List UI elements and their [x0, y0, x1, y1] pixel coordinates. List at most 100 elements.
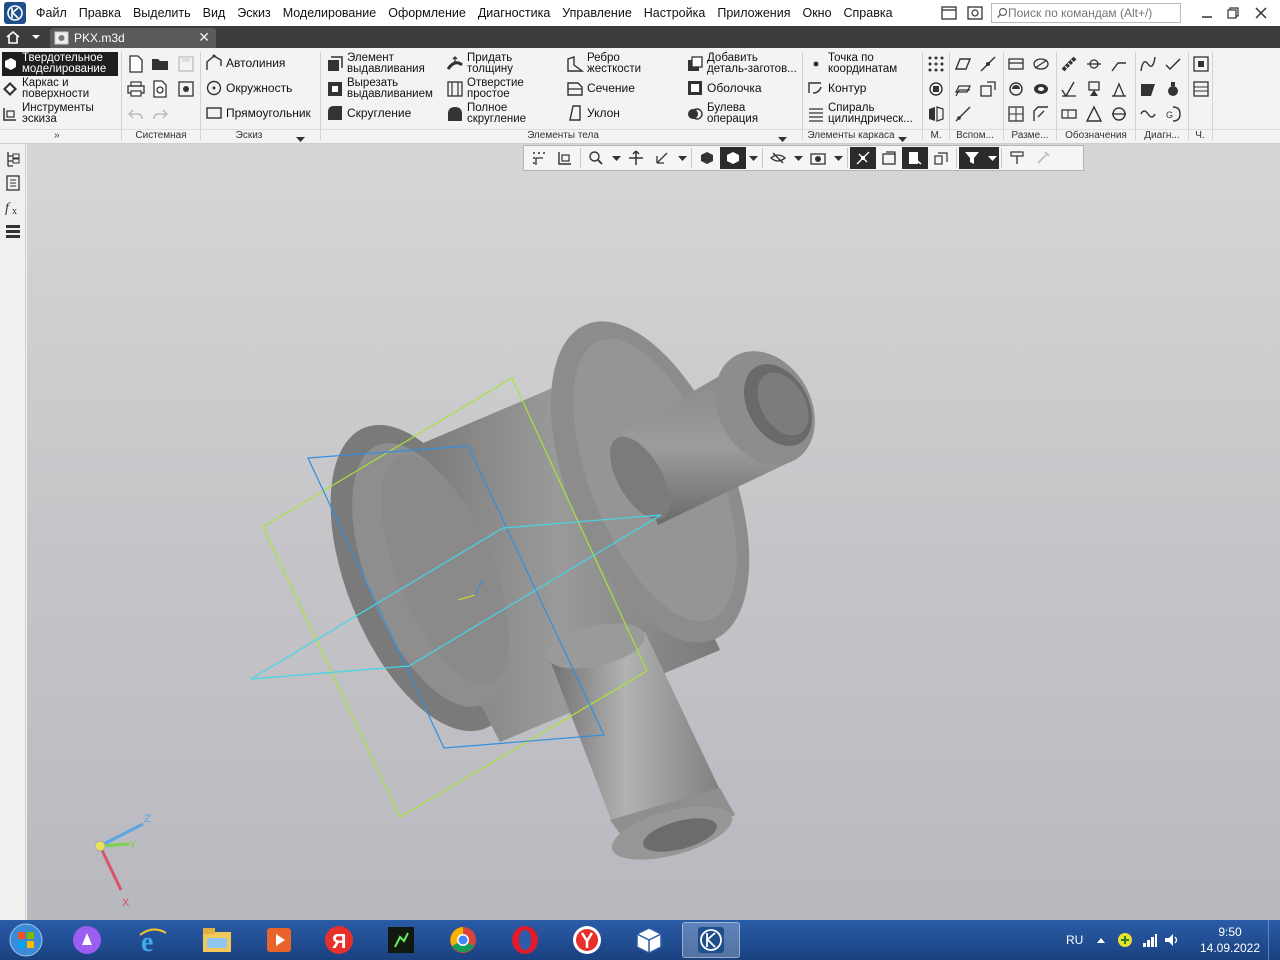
command-search-field[interactable]	[991, 3, 1181, 23]
menu-file[interactable]: Файл	[30, 0, 73, 26]
taskbar-explorer-icon[interactable]	[188, 922, 246, 958]
aux-line-icon[interactable]	[953, 104, 973, 124]
measure-icon[interactable]	[1004, 147, 1030, 169]
close-tab-icon[interactable]: ✕	[198, 29, 210, 46]
preview-icon[interactable]	[150, 79, 170, 99]
aux-axis-icon[interactable]	[978, 54, 998, 74]
taskbar-yandex-icon[interactable]: Я	[310, 922, 368, 958]
hide-show-icon[interactable]	[765, 147, 791, 169]
tray-volume-icon[interactable]	[1164, 920, 1180, 960]
radius-dim-icon[interactable]	[1031, 79, 1051, 99]
mirror-icon[interactable]	[926, 104, 946, 124]
cut-extrude-button[interactable]: Вырезать выдавливанием	[325, 77, 439, 100]
diag-wave-icon[interactable]	[1138, 104, 1158, 124]
aux-plane-icon[interactable]	[953, 54, 973, 74]
home-icon[interactable]	[2, 28, 24, 46]
thicken-button[interactable]: Придать толщину	[445, 52, 539, 75]
chevron-down-icon[interactable]	[609, 147, 623, 169]
close-window-button[interactable]	[1248, 2, 1274, 24]
shaded-mode-icon[interactable]	[720, 147, 746, 169]
menu-select[interactable]: Выделить	[127, 0, 197, 26]
taskbar-cube-app-icon[interactable]	[620, 922, 678, 958]
hole-button[interactable]: Отверстие простое	[445, 77, 539, 100]
menu-help[interactable]: Справка	[838, 0, 899, 26]
section-button[interactable]: Сечение	[565, 78, 635, 98]
aux-local-cs-icon[interactable]	[978, 79, 998, 99]
zoom-icon[interactable]	[583, 147, 609, 169]
chevron-down-icon[interactable]	[831, 147, 845, 169]
variables-fx-icon[interactable]: fx	[3, 196, 23, 218]
fillet-button[interactable]: Скругление	[325, 103, 411, 123]
menu-window[interactable]: Окно	[796, 0, 837, 26]
layers-icon[interactable]	[3, 220, 23, 242]
model-tree-icon[interactable]	[3, 148, 23, 170]
orientation-icon[interactable]	[649, 147, 675, 169]
pan-icon[interactable]	[623, 147, 649, 169]
properties-icon[interactable]	[176, 79, 196, 99]
add-blank-button[interactable]: Добавить деталь-заготов...	[685, 52, 799, 75]
diag-mass-icon[interactable]	[1163, 79, 1183, 99]
circle-button[interactable]: Окружность	[204, 78, 292, 98]
angle-dim-icon[interactable]	[1006, 79, 1026, 99]
language-indicator[interactable]: RU	[1066, 920, 1083, 960]
menu-modeling[interactable]: Моделирование	[277, 0, 383, 26]
axis-line-icon[interactable]	[1084, 54, 1104, 74]
eyedropper-icon[interactable]	[1030, 147, 1056, 169]
start-button[interactable]	[4, 922, 48, 958]
open-folder-icon[interactable]	[150, 54, 170, 74]
expand-modes-icon[interactable]: »	[54, 130, 60, 141]
menu-management[interactable]: Управление	[556, 0, 638, 26]
exploded-view-icon[interactable]	[928, 147, 954, 169]
new-file-icon[interactable]	[126, 54, 146, 74]
screen-settings-icon[interactable]	[962, 2, 988, 24]
autoline-button[interactable]: Автолиния	[204, 53, 285, 73]
taskbar-alice-icon[interactable]	[58, 922, 116, 958]
diameter-dim-icon[interactable]	[1031, 54, 1051, 74]
mark-icon[interactable]	[1109, 79, 1129, 99]
part-body[interactable]	[292, 294, 790, 758]
linear-dim-icon[interactable]	[1006, 54, 1026, 74]
diag-check-icon[interactable]	[1163, 54, 1183, 74]
taskbar-game-icon[interactable]	[372, 922, 430, 958]
shell-button[interactable]: Оболочка	[685, 78, 762, 98]
redo-icon[interactable]	[150, 104, 170, 124]
show-desktop-button[interactable]	[1268, 920, 1280, 960]
model-viewport[interactable]: Z Y X	[27, 144, 1280, 920]
aux-offset-plane-icon[interactable]	[953, 79, 973, 99]
position-icon[interactable]	[1084, 104, 1104, 124]
chevron-down-icon[interactable]	[746, 147, 760, 169]
array-icon[interactable]	[926, 79, 946, 99]
chevron-down-icon[interactable]	[675, 147, 689, 169]
section-view-icon[interactable]	[850, 147, 876, 169]
contour-button[interactable]: Контур	[806, 78, 866, 98]
weld-icon[interactable]	[1109, 104, 1129, 124]
tolerance-icon[interactable]	[1059, 104, 1079, 124]
save-icon[interactable]	[176, 54, 196, 74]
spec-icon[interactable]	[1191, 79, 1211, 99]
print-icon[interactable]	[126, 79, 146, 99]
tray-signal-icon[interactable]	[1142, 920, 1158, 960]
tab-document[interactable]: PKX.m3d ✕	[50, 28, 216, 48]
draft-button[interactable]: Уклон	[565, 103, 620, 123]
clock[interactable]: 9:50 14.09.2022	[1190, 924, 1270, 956]
snap-grid-icon[interactable]	[526, 147, 552, 169]
base-icon[interactable]	[1084, 79, 1104, 99]
rectangle-button[interactable]: Прямоугольник	[204, 103, 311, 123]
diag-measure-icon[interactable]	[1138, 79, 1158, 99]
kompas-logo-icon[interactable]	[4, 2, 26, 24]
filter-icon[interactable]	[959, 147, 985, 169]
point-by-coords-button[interactable]: Точка по координатам	[806, 52, 920, 75]
menu-diagnostics[interactable]: Диагностика	[472, 0, 556, 26]
taskbar-ie-icon[interactable]: e	[124, 922, 182, 958]
taskbar-kompas-icon[interactable]	[682, 922, 740, 958]
menu-view[interactable]: Вид	[197, 0, 232, 26]
size-table-icon[interactable]	[1006, 104, 1026, 124]
panel-layout-icon[interactable]	[936, 2, 962, 24]
chevron-down-icon[interactable]	[791, 147, 805, 169]
detail-view-icon[interactable]	[902, 147, 928, 169]
menu-sketch[interactable]: Эскиз	[231, 0, 276, 26]
mesh-points-icon[interactable]	[926, 54, 946, 74]
mode-wireframe-surfaces[interactable]: Каркас и поверхности	[2, 77, 118, 101]
model-scene[interactable]	[27, 144, 1280, 920]
menu-applications[interactable]: Приложения	[711, 0, 796, 26]
